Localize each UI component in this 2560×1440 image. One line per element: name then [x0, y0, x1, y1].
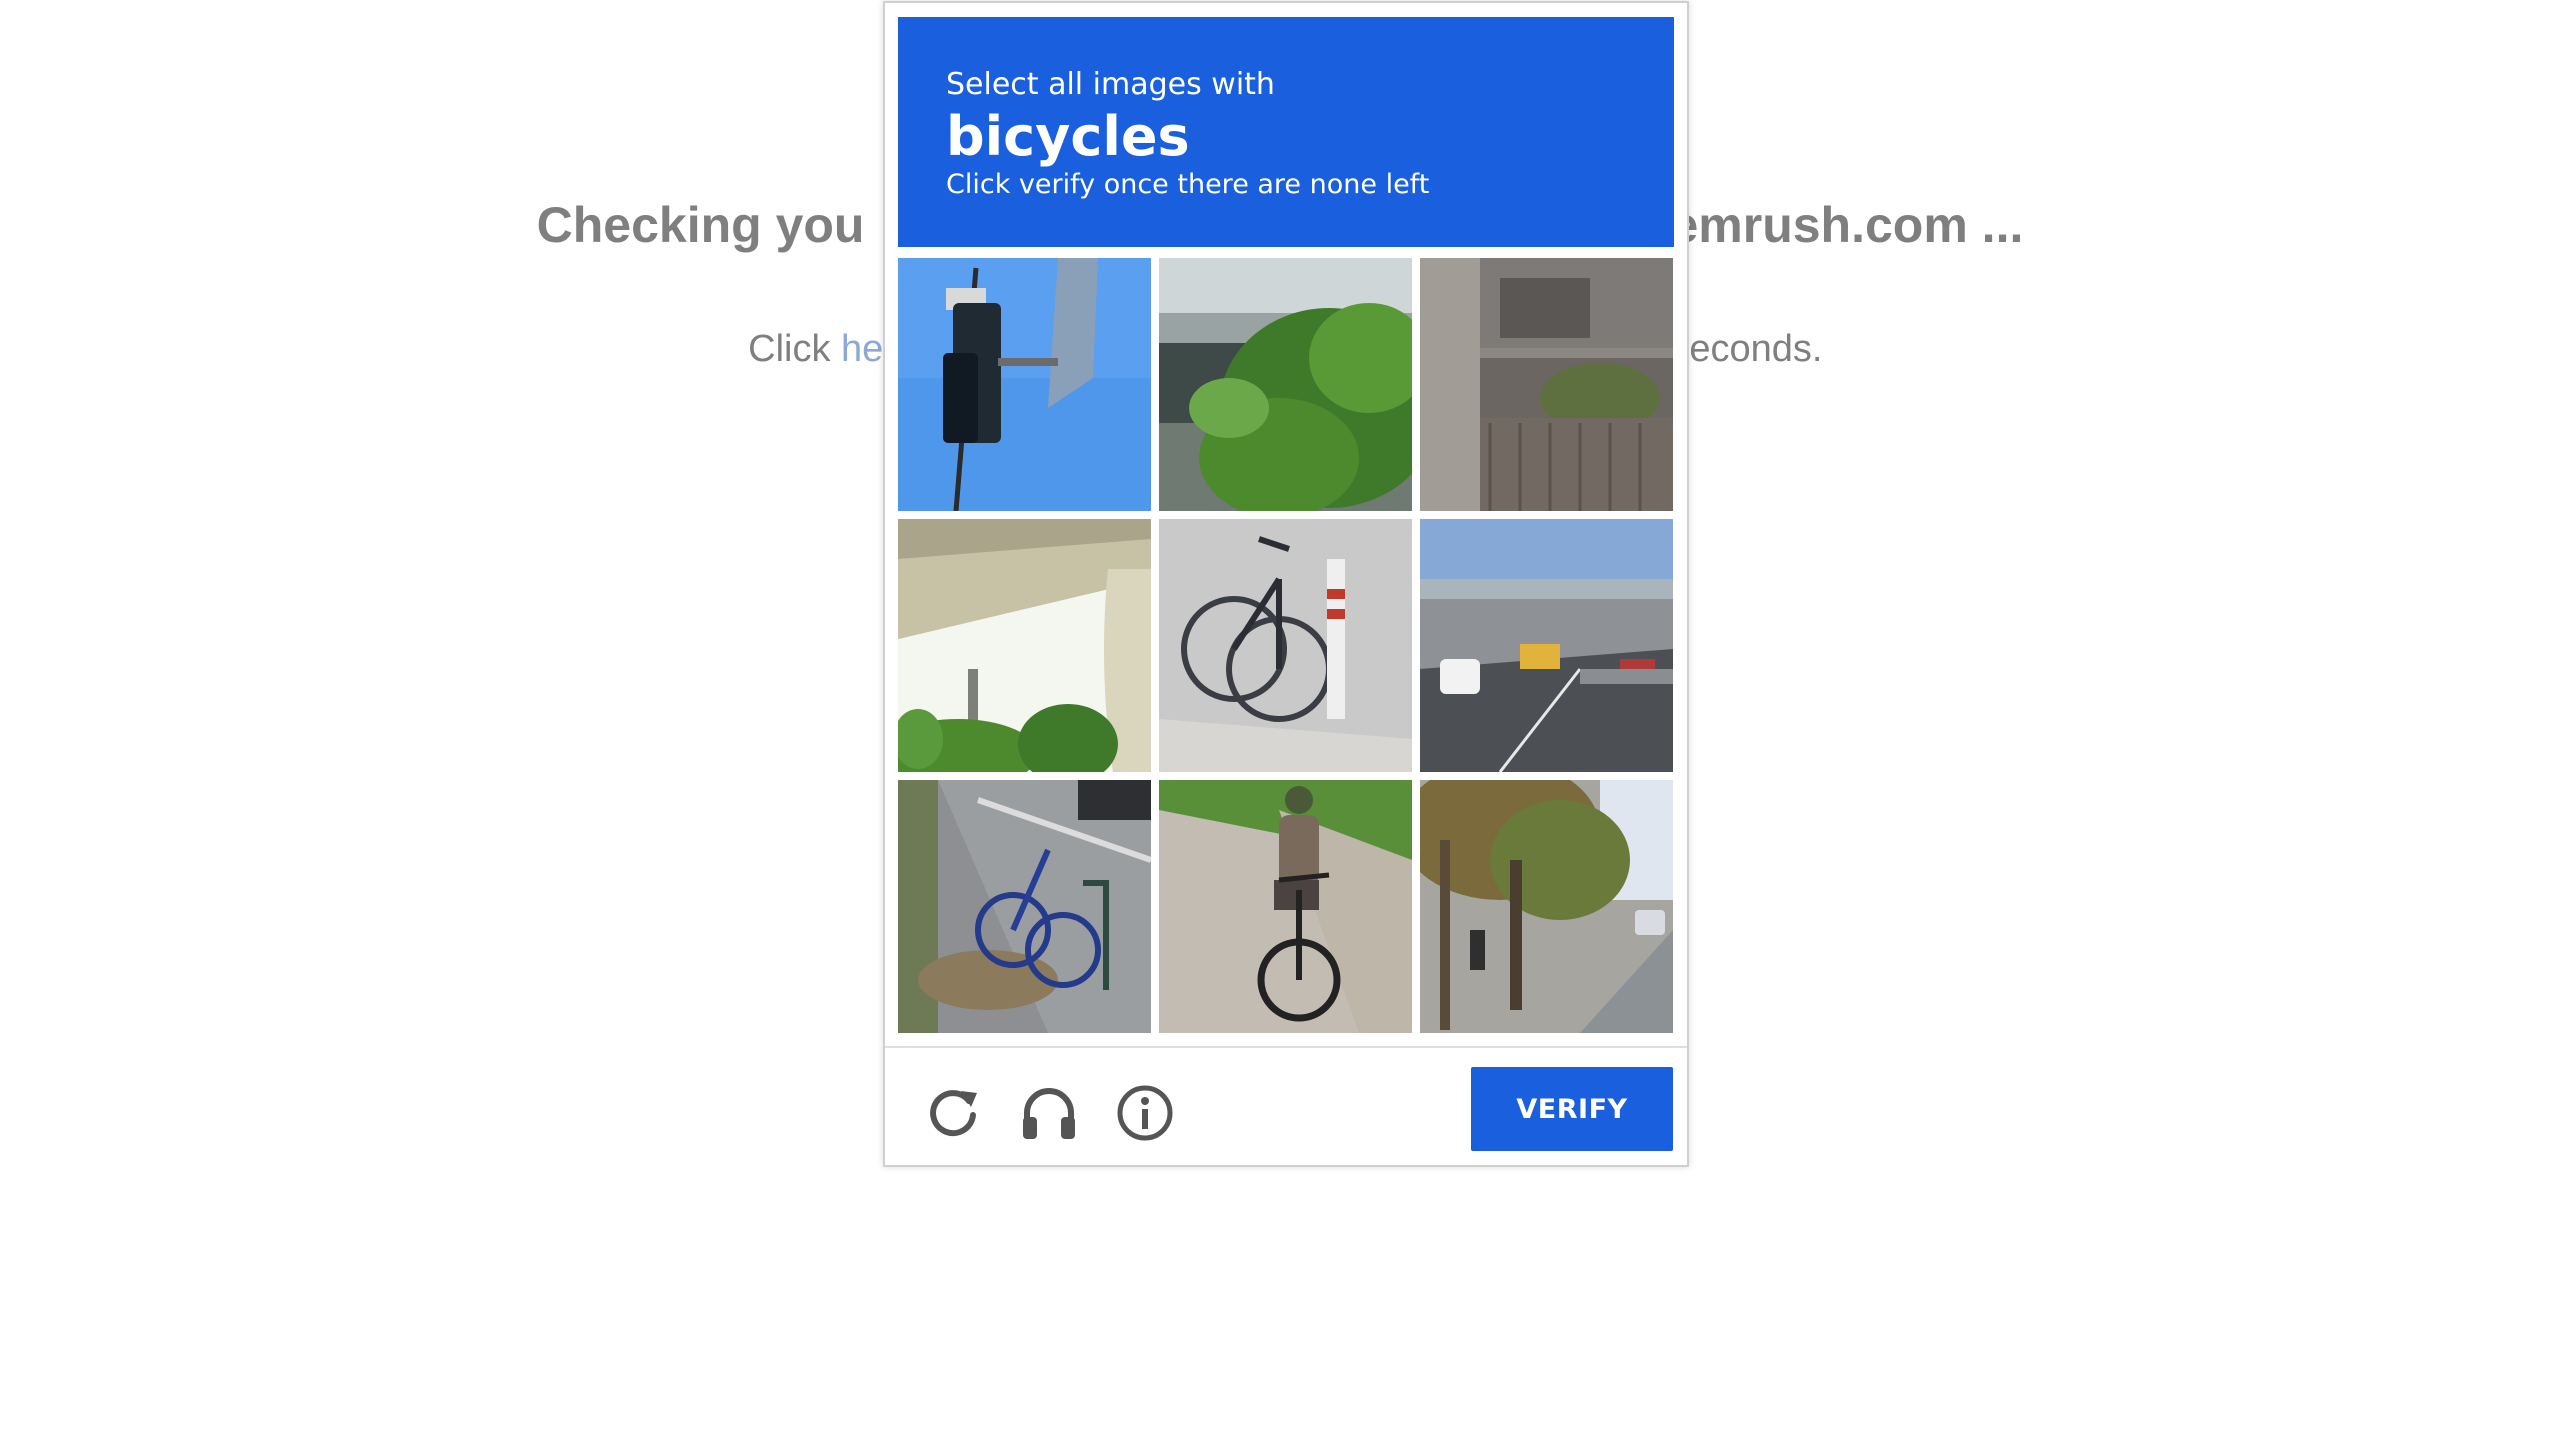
footer-divider [885, 1046, 1687, 1048]
road-vehicles-image [1420, 519, 1673, 772]
reload-icon[interactable] [921, 1081, 985, 1145]
traffic-signal-image [898, 258, 1151, 511]
cyclist-image [1159, 780, 1412, 1033]
captcha-tile-9[interactable] [1420, 780, 1673, 1033]
overpass-trees-image [1159, 258, 1412, 511]
headphones-icon[interactable] [1017, 1081, 1081, 1145]
captcha-tile-6[interactable] [1420, 519, 1673, 772]
subtext-prefix: Click [748, 328, 842, 370]
captcha-tile-5[interactable] [1159, 519, 1412, 772]
captcha-tile-3[interactable] [1420, 258, 1673, 511]
prompt-keyword: bicycles [946, 105, 1190, 168]
prompt-instruction: Select all images with [946, 67, 1275, 102]
captcha-tile-1[interactable] [898, 258, 1151, 511]
bicycle-post-image [1159, 519, 1412, 772]
captcha-dialog: Select all images with bicycles Click ve… [883, 1, 1689, 1167]
captcha-tile-2[interactable] [1159, 258, 1412, 511]
prompt-hint: Click verify once there are none left [946, 169, 1430, 200]
subtext-suffix: econds. [1689, 328, 1823, 370]
bicycle-rail-image [898, 780, 1151, 1033]
sidewalk-trees-image [1420, 780, 1673, 1033]
info-icon[interactable] [1113, 1081, 1177, 1145]
building-facade-image [1420, 258, 1673, 511]
captcha-prompt: Select all images with bicycles Click ve… [898, 17, 1674, 247]
captcha-image-grid [898, 258, 1674, 1034]
captcha-tile-7[interactable] [898, 780, 1151, 1033]
captcha-tile-8[interactable] [1159, 780, 1412, 1033]
verify-button[interactable]: VERIFY [1471, 1067, 1673, 1151]
subtext-link[interactable]: he [841, 328, 883, 370]
captcha-tile-4[interactable] [898, 519, 1151, 772]
overpass-underside-image [898, 519, 1151, 772]
page-heading-left: Checking you [536, 197, 865, 253]
page-heading-right: emrush.com ... [1670, 197, 2024, 253]
